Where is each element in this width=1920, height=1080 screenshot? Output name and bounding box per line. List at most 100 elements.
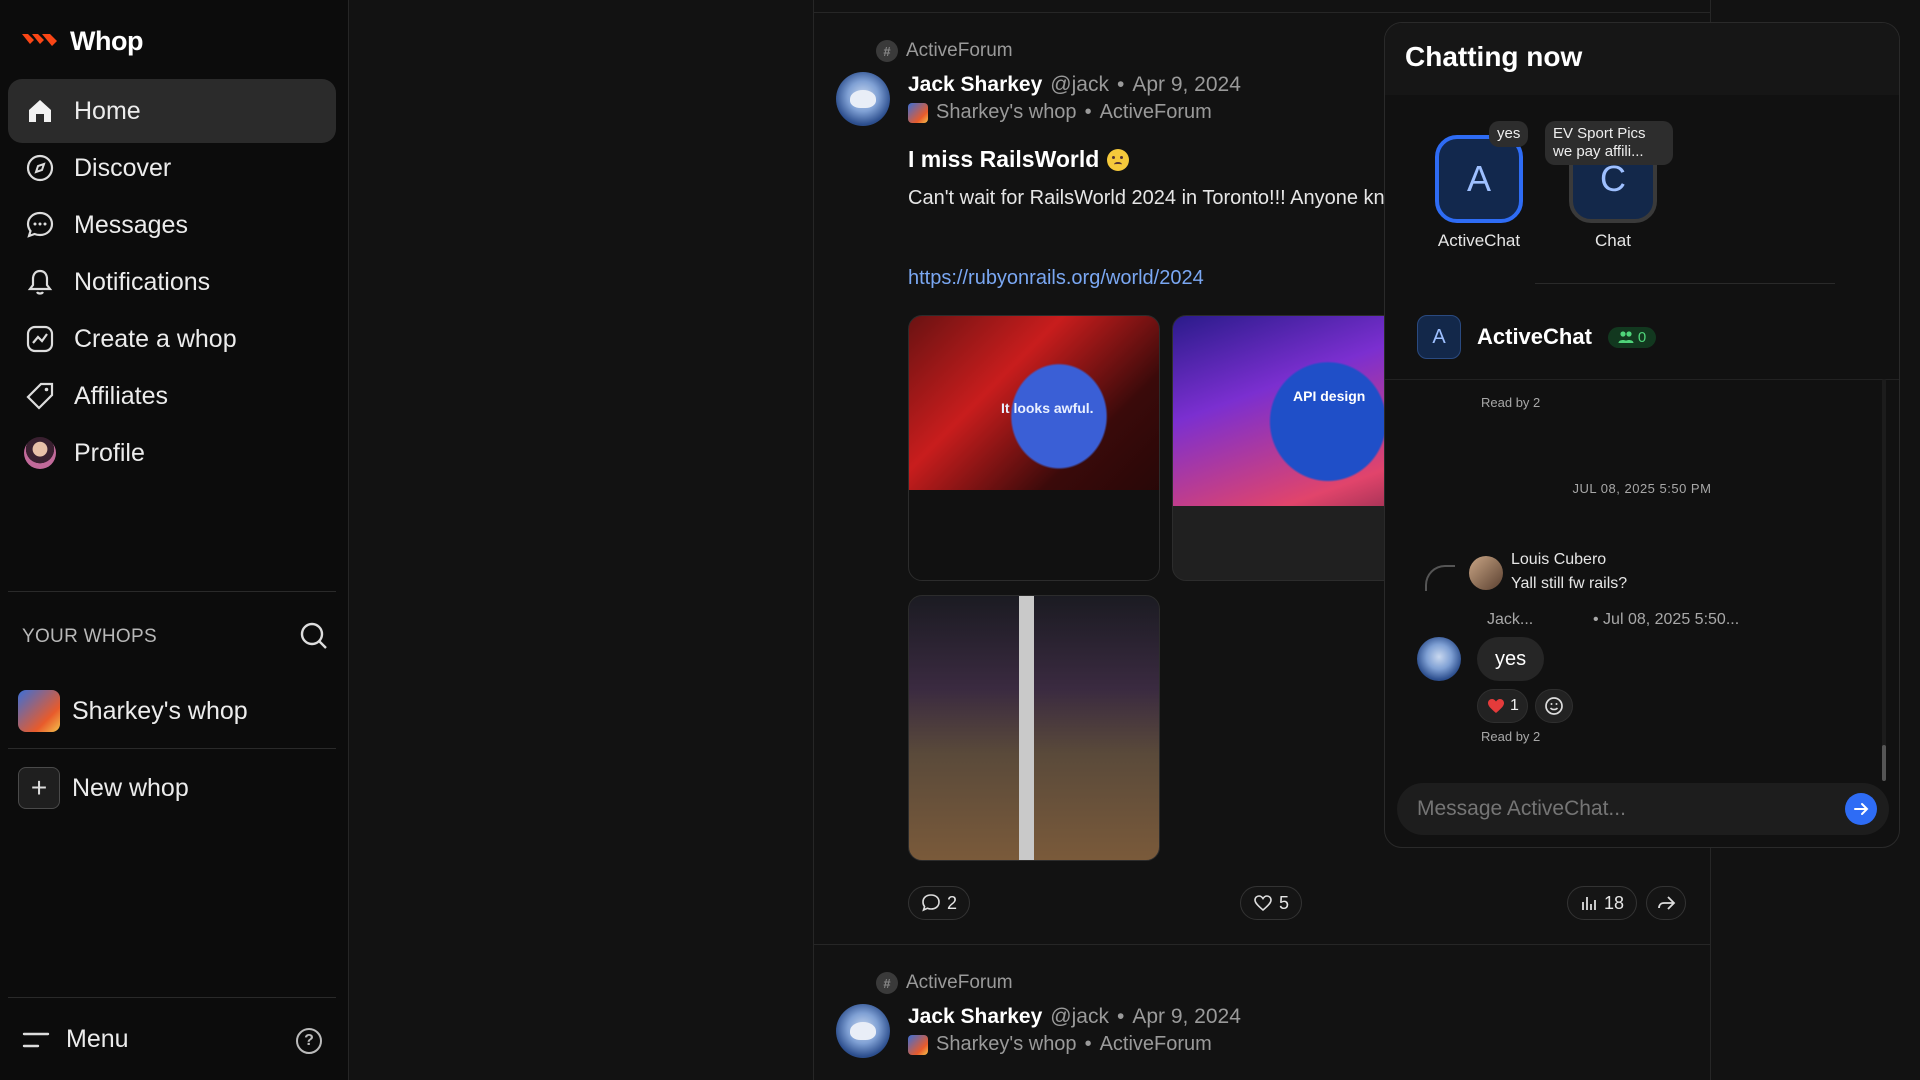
share-button[interactable] — [1646, 886, 1686, 920]
post-image[interactable] — [908, 595, 1160, 861]
channel-name[interactable]: ActiveForum — [1100, 1033, 1212, 1056]
chat-messages-top — [1385, 379, 1899, 380]
whop-name[interactable]: Sharkey's whop — [936, 1033, 1077, 1056]
author-line: Jack Sharkey @jack • Apr 9, 2024 — [908, 73, 1241, 97]
reaction-pill[interactable]: 1 — [1477, 689, 1528, 723]
reply-connector — [1425, 565, 1455, 591]
message-timestamp: • Jul 08, 2025 5:50... — [1593, 611, 1740, 628]
like-count: 5 — [1279, 892, 1290, 913]
image-text: API design — [1293, 388, 1366, 404]
member-count: 0 — [1637, 328, 1647, 346]
whop-logo[interactable]: Whop — [20, 26, 143, 57]
sidebar: Whop Home Discover Messages Notification… — [0, 0, 348, 1080]
menu-icon — [22, 1032, 50, 1047]
chat-panel: Chatting now A yes ActiveChat C EV Sport… — [1384, 22, 1900, 848]
chat-preview-tooltip: EV Sport Pics we pay affili... — [1545, 121, 1673, 165]
forum-icon: # — [876, 972, 898, 994]
new-whop-button[interactable]: + New whop — [18, 767, 189, 809]
date-separator: JUL 08, 2025 5:50 PM — [1572, 481, 1712, 496]
whop-thumbnail — [18, 690, 60, 732]
nav-discover[interactable]: Discover — [8, 136, 336, 200]
forum-icon: # — [876, 40, 898, 62]
search-icon[interactable] — [298, 620, 330, 652]
menu-button[interactable]: Menu — [22, 1025, 129, 1054]
comments-button[interactable]: 2 — [908, 886, 971, 920]
nav-label: Create a whop — [74, 324, 237, 353]
nav-profile[interactable]: Profile — [8, 421, 336, 485]
reply-author-name[interactable]: Louis Cubero — [1511, 551, 1606, 569]
menu-label: Menu — [66, 1025, 129, 1053]
whop-label: Sharkey's whop — [72, 696, 248, 725]
author-avatar[interactable] — [836, 1004, 890, 1058]
post-date: Apr 9, 2024 — [1132, 73, 1241, 96]
like-button[interactable]: 5 — [1240, 886, 1303, 920]
view-count: 18 — [1604, 892, 1625, 913]
nav-label: Home — [74, 96, 141, 125]
message-input[interactable] — [1397, 783, 1889, 835]
author-name[interactable]: Jack Sharkey — [908, 1005, 1042, 1029]
views-button[interactable]: 18 — [1567, 886, 1638, 920]
share-icon — [1658, 896, 1676, 910]
bell-icon — [24, 266, 56, 298]
users-icon — [1618, 331, 1634, 343]
read-receipt: Read by 2 — [1481, 395, 1541, 410]
comment-count: 2 — [947, 892, 958, 913]
sidebar-divider — [8, 997, 336, 998]
channel-name[interactable]: ActiveForum — [1100, 101, 1212, 124]
post-link[interactable]: https://rubyonrails.org/world/2024 — [908, 267, 1204, 290]
current-chat-name: ActiveChat — [1477, 324, 1592, 349]
whop-thumbnail — [908, 1034, 928, 1055]
help-icon[interactable]: ? — [296, 1028, 322, 1054]
nav-home[interactable]: Home — [8, 79, 336, 143]
sidebar-divider — [8, 748, 336, 749]
separator-dot: • — [1116, 73, 1125, 96]
reply-author-avatar[interactable] — [1469, 556, 1503, 590]
sad-face-emoji-icon — [1107, 148, 1130, 171]
whop-item-sharkey[interactable]: Sharkey's whop — [18, 690, 248, 732]
add-reaction-button[interactable] — [1535, 689, 1573, 723]
author-handle: @jack — [1050, 1005, 1109, 1028]
forum-tag[interactable]: # ActiveForum — [876, 972, 1013, 994]
message-author-avatar[interactable] — [1417, 637, 1461, 681]
nav-messages[interactable]: Messages — [8, 193, 336, 257]
current-chat-header[interactable]: A ActiveChat 0 — [1417, 315, 1657, 359]
post-date: Apr 9, 2024 — [1132, 1005, 1241, 1028]
chat-scrollbar[interactable] — [1882, 379, 1886, 779]
nav-affiliates[interactable]: Affiliates — [8, 364, 336, 428]
chat-avatar: A — [1417, 315, 1461, 359]
chat-label[interactable]: ActiveChat — [1419, 231, 1539, 251]
nav-label: Affiliates — [74, 381, 169, 410]
profile-avatar — [24, 437, 56, 469]
chat-scrollbar-thumb[interactable] — [1882, 745, 1886, 781]
post-context: Sharkey's whop • ActiveForum — [908, 1033, 1212, 1056]
reply-text[interactable]: Yall still fw rails? — [1511, 575, 1627, 593]
author-avatar[interactable] — [836, 72, 890, 126]
forum-name: ActiveForum — [906, 40, 1013, 61]
sidebar-divider — [8, 591, 336, 592]
nav-notifications[interactable]: Notifications — [8, 250, 336, 314]
chat-preview-tooltip: yes — [1489, 121, 1529, 147]
whop-name[interactable]: Sharkey's whop — [936, 101, 1077, 124]
nav-label: Notifications — [74, 267, 211, 296]
author-name[interactable]: Jack Sharkey — [908, 73, 1042, 97]
arrow-right-icon — [1854, 803, 1869, 815]
chat-panel-title: Chatting now — [1405, 41, 1583, 72]
forum-tag[interactable]: # ActiveForum — [876, 40, 1013, 62]
heart-emoji-icon — [1488, 699, 1504, 713]
nav-create-whop[interactable]: Create a whop — [8, 307, 336, 371]
separator-dot: • — [1084, 101, 1092, 123]
image-text: It looks awful. — [1001, 400, 1094, 416]
post-title: I miss RailsWorld — [908, 146, 1130, 173]
nav-label: Messages — [74, 210, 188, 239]
new-whop-label: New whop — [72, 773, 189, 802]
whop-logo-icon — [22, 33, 57, 46]
bar-chart-icon — [1582, 897, 1596, 910]
compass-icon — [24, 152, 56, 184]
nav-label: Discover — [74, 153, 172, 182]
chat-label[interactable]: Chat — [1553, 231, 1673, 251]
post-image[interactable]: It looks awful. — [908, 315, 1160, 581]
active-chat-avatar[interactable]: A — [1435, 135, 1523, 223]
send-button[interactable] — [1845, 793, 1877, 825]
message-bubble[interactable]: yes — [1477, 637, 1545, 681]
plus-icon: + — [18, 767, 60, 809]
